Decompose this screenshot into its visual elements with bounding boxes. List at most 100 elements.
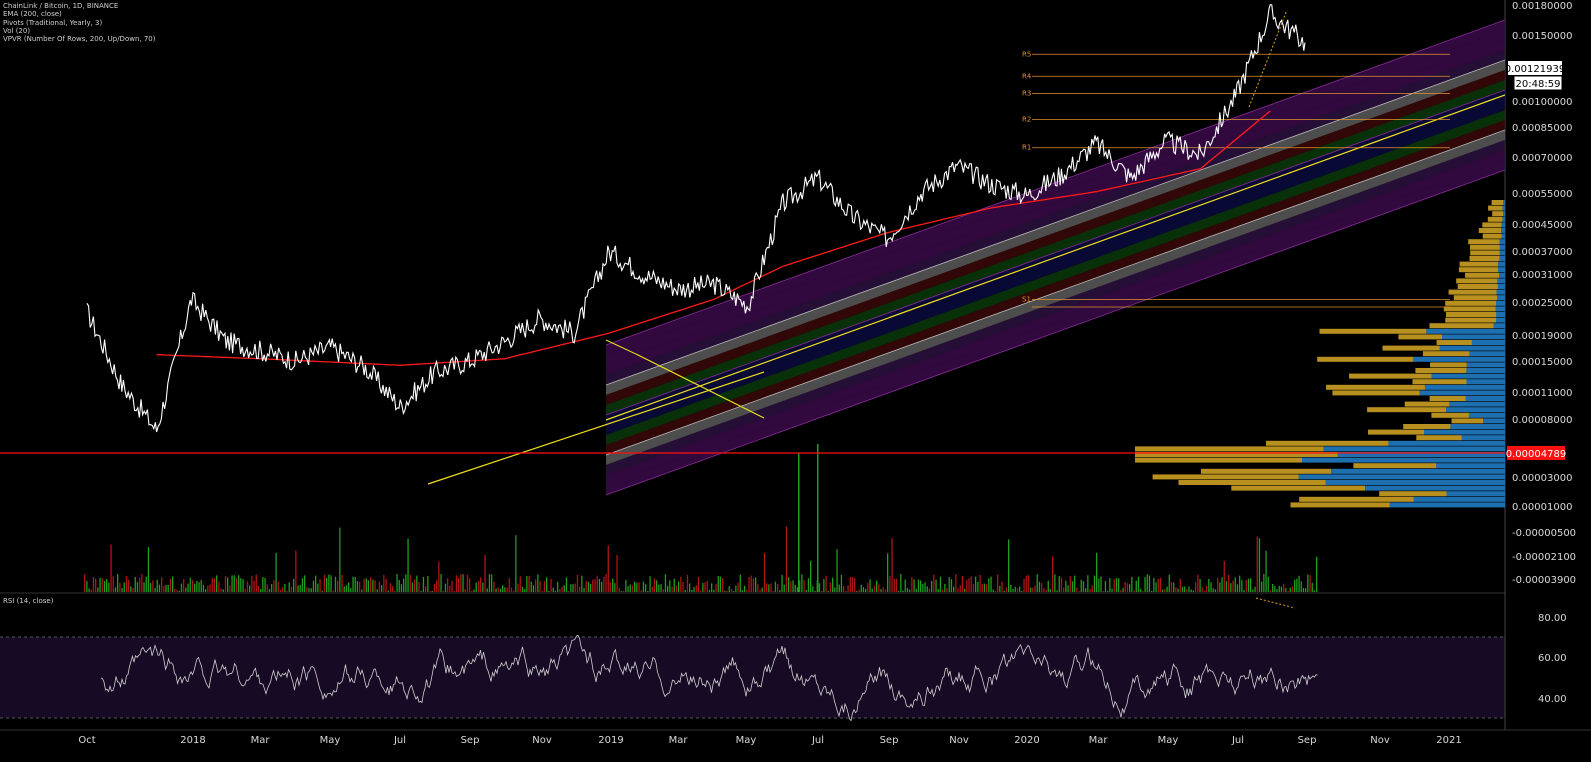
volume-bar <box>1296 578 1298 592</box>
vpvr-bar-down <box>1379 491 1447 497</box>
volume-bar <box>1082 581 1085 592</box>
volume-bar <box>103 581 106 592</box>
time-axis-label: Nov <box>949 735 969 746</box>
volume-bar <box>1003 590 1005 592</box>
time-axis[interactable]: Oct 2018 Mar May Jul Sep Nov 2019 Mar May Jul Sep No… <box>78 735 1461 746</box>
price-axis-label: 0.00070000 <box>1512 153 1572 164</box>
legend-vpvr: VPVR (Number Of Rows, 200, Up/Down, 70) <box>3 35 156 44</box>
volume-bar <box>297 585 299 592</box>
volume-bar <box>244 588 246 592</box>
volume-bar <box>1305 588 1307 592</box>
volume-bar <box>167 585 169 592</box>
volume-bar <box>108 582 110 592</box>
volume-bar <box>1038 581 1041 592</box>
volume-bar <box>396 574 398 592</box>
rsi-axis[interactable]: 80.00 60.00 40.00 <box>1538 613 1567 705</box>
volume-bar <box>521 586 524 592</box>
volume-bar <box>770 583 772 592</box>
volume-bar <box>1201 587 1203 592</box>
volume-bar <box>141 574 143 592</box>
volume-bar <box>937 589 939 592</box>
volume-bar <box>854 578 856 592</box>
volume-bar <box>1025 575 1027 592</box>
volume-bar <box>817 444 819 592</box>
volume-bar <box>928 588 931 592</box>
vpvr-bar-down <box>1465 272 1499 278</box>
volume-bar <box>356 581 359 592</box>
volume-bar <box>788 577 790 592</box>
volume-bar <box>1023 578 1025 592</box>
volume-bar <box>730 589 733 592</box>
channel-band <box>606 60 1505 395</box>
price-chart[interactable]: R5 R4 R3 R2 R1 S1 0.00180000 0.00150000 0.00100… <box>0 0 1591 758</box>
volume-bar <box>277 581 279 592</box>
vpvr-bar-up <box>1496 317 1505 323</box>
volume-bar <box>508 577 510 592</box>
vpvr-bar-up <box>1424 384 1505 390</box>
volume-bar <box>858 589 860 592</box>
volume-bar <box>189 577 191 592</box>
volume-bar <box>1019 586 1021 592</box>
volume-bar <box>1122 587 1124 592</box>
volume-bar <box>1256 536 1258 592</box>
chart-container[interactable]: R5 R4 R3 R2 R1 S1 0.00180000 0.00150000 0.00100… <box>0 0 1591 758</box>
volume-bar <box>1027 575 1030 592</box>
volume-bar <box>1287 591 1289 592</box>
vpvr-bar-up <box>1501 228 1505 233</box>
legend-ema: EMA (200, close) <box>3 10 62 19</box>
vpvr-bar-up <box>1496 289 1505 295</box>
volume-bar <box>1254 586 1256 592</box>
time-axis-label: Mar <box>251 735 271 746</box>
volume-bar <box>444 583 447 592</box>
volume-bar <box>794 584 796 592</box>
volume-bar <box>403 578 405 592</box>
volume-bar <box>220 588 222 592</box>
volume-bar <box>612 578 614 592</box>
volume-bar <box>383 574 385 592</box>
volume-bar <box>609 582 612 592</box>
volume-bar <box>792 580 794 592</box>
time-axis-label: Nov <box>532 735 552 746</box>
volume-bar <box>1252 589 1254 592</box>
volume-bar <box>563 585 565 592</box>
volume-bar <box>946 588 948 592</box>
volume-bar <box>1181 586 1184 592</box>
volume-bar <box>1206 585 1208 592</box>
volume-bar <box>420 590 422 592</box>
volume-bar <box>480 577 482 592</box>
volume-bar <box>110 544 112 592</box>
volume-bar <box>1069 576 1071 592</box>
vpvr-bar-up <box>1419 390 1505 396</box>
volume-bar <box>1089 588 1091 592</box>
volume-bar <box>997 574 999 592</box>
vpvr-bar-down <box>1443 306 1496 312</box>
volume-bar <box>117 574 119 592</box>
volume-bar <box>1170 581 1173 592</box>
volume-bar <box>1223 561 1225 592</box>
hline-price-label: 0.00004789 <box>1506 449 1566 460</box>
volume-bar <box>361 589 363 592</box>
volume-bar <box>675 585 678 592</box>
volume-bar <box>1058 575 1060 592</box>
volume-bar <box>603 576 605 592</box>
vpvr-bar-up <box>1498 261 1505 267</box>
volume-bar <box>574 583 576 592</box>
volume-bar <box>572 584 574 592</box>
volume-bar <box>1274 586 1276 592</box>
volume-bar <box>871 588 873 592</box>
volume-bar <box>506 587 508 592</box>
price-axis-label: 0.00019000 <box>1512 331 1572 342</box>
volume-bar <box>959 585 961 592</box>
volume-bar <box>726 590 728 592</box>
volume-bar <box>618 588 620 592</box>
volume-bar <box>790 581 792 592</box>
volume-bar <box>304 575 306 592</box>
volume-bar <box>634 581 636 592</box>
volume-bar <box>187 583 189 592</box>
volume-bar <box>1294 579 1296 592</box>
volume-bar <box>152 580 154 592</box>
volume-bar <box>438 561 440 592</box>
volume-bar <box>510 587 513 592</box>
vpvr-bar-down <box>1135 446 1324 452</box>
volume-bar <box>1133 590 1135 592</box>
